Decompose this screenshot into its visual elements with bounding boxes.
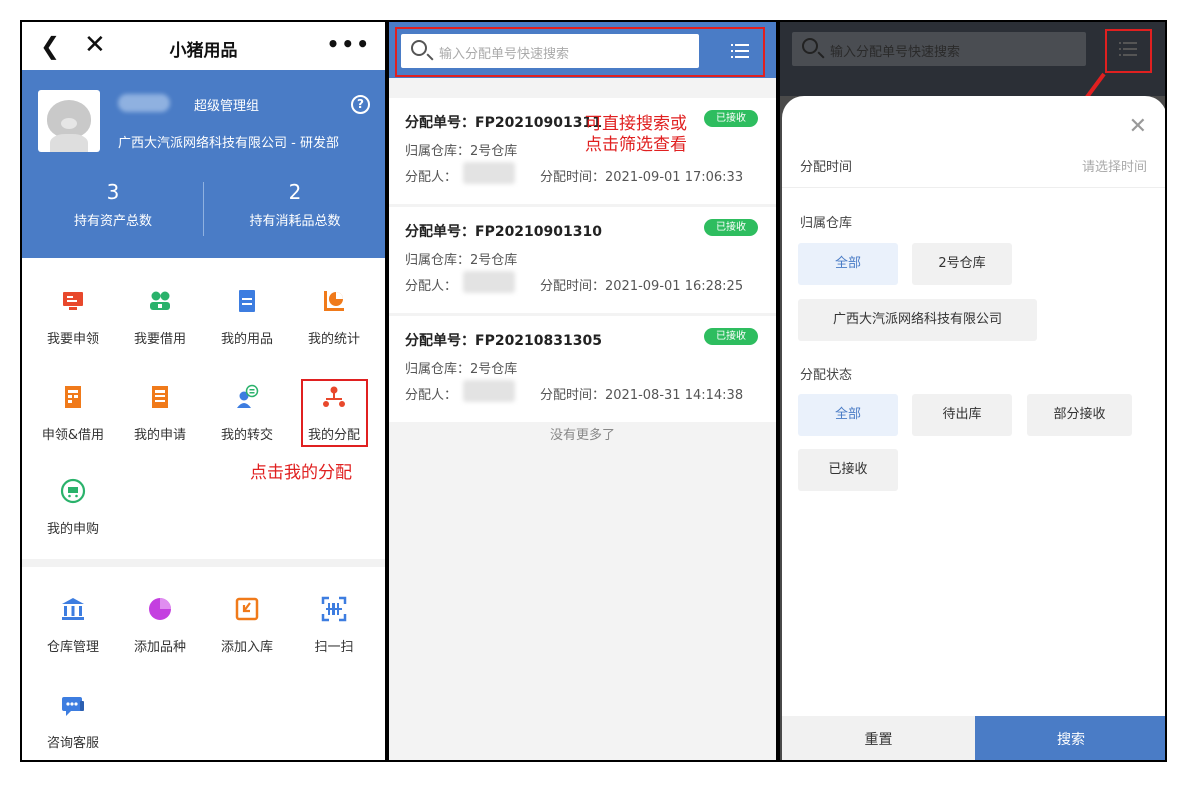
search-button[interactable]: 搜索 [975, 716, 1165, 760]
chat-icon [62, 697, 84, 716]
highlight-box [301, 379, 368, 447]
bank-icon [62, 598, 84, 620]
status-option-all[interactable]: 全部 [798, 394, 898, 436]
menu-warehouse[interactable]: 仓库管理 [27, 596, 119, 655]
search-input[interactable]: 输入分配单号快速搜索 [792, 32, 1086, 66]
time-filter-row[interactable]: 分配时间 请选择时间 [782, 148, 1165, 188]
top-bar: ❮ ✕ 小猪用品 ••• [22, 22, 385, 70]
assignee-blurred [463, 162, 515, 184]
users-icon [150, 291, 170, 310]
pie-icon [149, 598, 171, 620]
allocation-card[interactable]: 分配单号：FP20210831305 已接收 归属仓库：2号仓库 分配人： 分配… [389, 316, 776, 422]
reset-button[interactable]: 重置 [782, 716, 975, 760]
menu-apply-borrow[interactable]: 申领&借用 [27, 384, 119, 443]
menu-scan[interactable]: 扫一扫 [288, 596, 380, 655]
no-more-label: 没有更多了 [549, 428, 615, 443]
status-badge: 已接收 [704, 110, 758, 127]
status-option-partial[interactable]: 部分接收 [1027, 394, 1132, 436]
transfer-icon [237, 384, 259, 408]
search-icon [802, 38, 818, 54]
allocation-card[interactable]: 分配单号：FP20210901311 已接收 归属仓库：2号仓库 分配人： 分配… [389, 98, 776, 204]
inbox-icon [235, 597, 259, 621]
consumable-count[interactable]: 2 持有消耗品总数 [204, 180, 385, 229]
allocation-card[interactable]: 分配单号：FP20210901310 已接收 归属仓库：2号仓库 分配人： 分配… [389, 207, 776, 313]
highlight-box [1105, 29, 1152, 73]
filter-sheet: ✕ 分配时间 请选择时间 归属仓库 全部 2号仓库 广西大汽派网络科技有限公司 … [782, 96, 1165, 760]
annotation-search-or-filter: 可直接搜索或 点击筛选查看 [585, 114, 687, 155]
status-option-received[interactable]: 已接收 [798, 449, 898, 491]
role-label: 超级管理组 [194, 99, 260, 114]
menu-apply[interactable]: 我要申领 [27, 288, 119, 347]
menu-my-transfer[interactable]: 我的转交 [201, 384, 293, 443]
scan-icon [321, 596, 347, 622]
menu-borrow[interactable]: 我要借用 [114, 288, 206, 347]
cart-icon [60, 478, 86, 504]
highlight-box [395, 27, 765, 77]
status-option-pending[interactable]: 待出库 [912, 394, 1012, 436]
time-picker[interactable]: 请选择时间 [1082, 156, 1147, 175]
home-panel: ❮ ✕ 小猪用品 ••• 超级管理组 ? 广西大汽派网络科技有限公司 - 研发部… [20, 20, 387, 762]
menu-my-items[interactable]: 我的用品 [201, 288, 293, 347]
monitor-icon [63, 292, 83, 310]
menu-my-requests[interactable]: 我的申请 [114, 384, 206, 443]
user-name-blurred [118, 94, 170, 112]
warehouse-option-all[interactable]: 全部 [798, 243, 898, 285]
annotation-click-allocation: 点击我的分配 [250, 463, 352, 483]
status-badge: 已接收 [704, 328, 758, 345]
warehouse-label: 归属仓库 [800, 216, 853, 231]
menu-my-stats[interactable]: 我的统计 [288, 288, 380, 347]
section-divider [22, 559, 385, 567]
close-icon[interactable]: ✕ [1129, 114, 1147, 139]
filter-panel: 输入分配单号快速搜索 ✕ 分配时间 请选择时间 归属仓库 全部 2号仓库 广西大… [778, 20, 1167, 762]
document-icon [239, 290, 255, 312]
assignee-blurred [463, 271, 515, 293]
assignee-blurred [463, 380, 515, 402]
status-label: 分配状态 [800, 368, 853, 383]
avatar[interactable] [38, 90, 100, 152]
form-icon [152, 386, 168, 408]
company-label: 广西大汽派网络科技有限公司 - 研发部 [118, 136, 339, 151]
profile-card: 超级管理组 ? 广西大汽派网络科技有限公司 - 研发部 3 持有资产总数 2 持… [22, 70, 385, 258]
menu-add-variety[interactable]: 添加品种 [114, 596, 206, 655]
pie-chart-icon [324, 291, 344, 311]
more-icon[interactable]: ••• [327, 32, 371, 56]
form-icon [65, 386, 81, 408]
status-badge: 已接收 [704, 219, 758, 236]
help-icon[interactable]: ? [351, 95, 370, 114]
asset-count[interactable]: 3 持有资产总数 [22, 180, 204, 229]
menu-support[interactable]: 咨询客服 [27, 692, 119, 751]
search-header: 输入分配单号快速搜索 [389, 22, 776, 78]
allocation-list-panel: 输入分配单号快速搜索 分配单号：FP20210901311 已接收 归属仓库：2… [387, 20, 778, 762]
menu-add-stock[interactable]: 添加入库 [201, 596, 293, 655]
menu-my-purchase[interactable]: 我的申购 [27, 478, 119, 537]
warehouse-option-2[interactable]: 2号仓库 [912, 243, 1012, 285]
warehouse-option-company[interactable]: 广西大汽派网络科技有限公司 [798, 299, 1037, 341]
